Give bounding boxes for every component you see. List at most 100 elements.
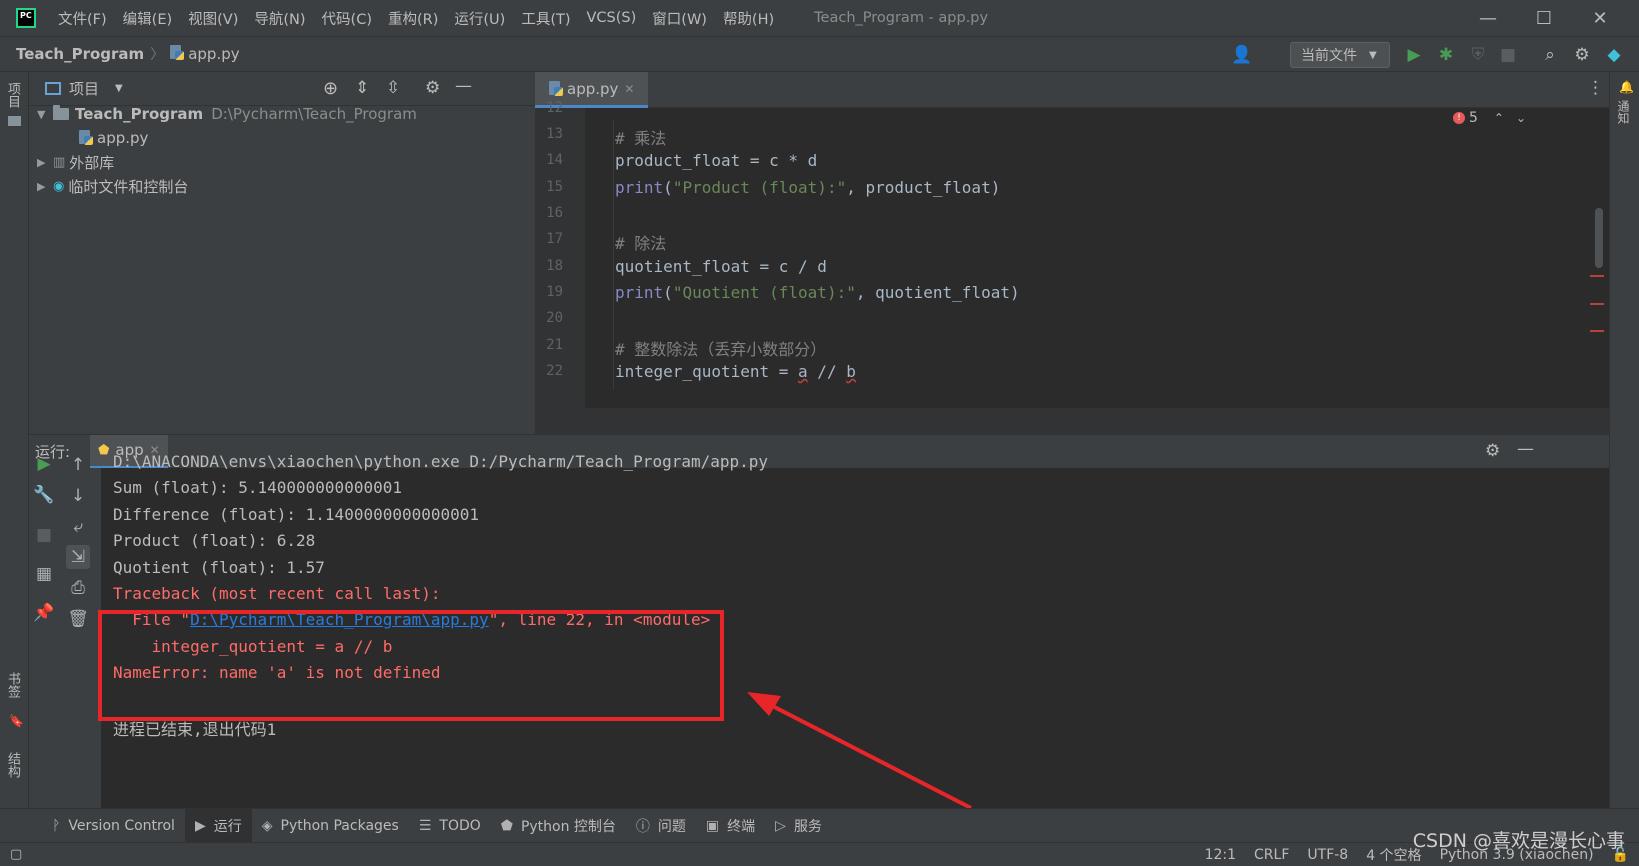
- hide-icon[interactable]: —: [1517, 439, 1534, 459]
- menu-vcs[interactable]: VCS(S): [579, 10, 645, 26]
- menu-edit[interactable]: 编辑(E): [115, 8, 180, 29]
- settings-icon[interactable]: ⚙: [1572, 45, 1592, 65]
- tab-problems[interactable]: ⓘ 问题: [626, 809, 696, 843]
- pin-icon[interactable]: 📌: [32, 601, 56, 625]
- rerun-icon[interactable]: ▶: [32, 452, 56, 476]
- search-icon[interactable]: ⌕: [1540, 45, 1560, 65]
- layout-icon[interactable]: ▦: [32, 562, 56, 586]
- console-output[interactable]: D:\ANACONDA\envs\xiaochen\python.exe D:/…: [98, 452, 1609, 810]
- soft-wrap-icon[interactable]: ⤶: [66, 515, 90, 539]
- debug-icon[interactable]: ✱: [1436, 45, 1456, 65]
- project-pane: 项目 ▼ ⊕ ⇕ ⇳ ⚙ — ▼ Teach_Program D:\Pychar…: [29, 72, 535, 434]
- run-configuration-select[interactable]: 当前文件 ▼: [1290, 42, 1390, 68]
- status-encoding[interactable]: UTF-8: [1307, 847, 1348, 863]
- chevron-down-icon[interactable]: ▼: [37, 108, 53, 121]
- tab-services[interactable]: ▷ 服务: [765, 809, 832, 843]
- toggle-tool-windows-icon[interactable]: ▢: [10, 847, 22, 862]
- bookmarks-tool-tab[interactable]: 书签: [3, 672, 22, 698]
- breadcrumb-project[interactable]: Teach_Program: [16, 45, 144, 63]
- breadcrumb-file-label: app.py: [188, 45, 240, 63]
- menu-navigate[interactable]: 导航(N): [246, 8, 313, 29]
- python-file-icon: [549, 80, 563, 97]
- tab-python-packages[interactable]: ◈ Python Packages: [252, 809, 409, 843]
- hide-icon[interactable]: —: [455, 76, 472, 96]
- error-stripe-marker[interactable]: [1590, 275, 1604, 277]
- code-editor[interactable]: 12 13 14 15 16 17 18 19 20 21 22 # 乘法 pr…: [535, 100, 1609, 434]
- tab-run[interactable]: ▶ 运行: [184, 808, 252, 843]
- stop-icon[interactable]: ■: [1498, 45, 1518, 65]
- status-line-separator[interactable]: CRLF: [1254, 847, 1289, 863]
- branch-icon: ᚹ: [52, 817, 61, 834]
- close-icon[interactable]: ✕: [1572, 0, 1628, 36]
- tree-item-scratches[interactable]: ▶ ◉ 临时文件和控制台: [37, 174, 188, 198]
- line-number: 21: [546, 337, 563, 353]
- chevron-right-icon[interactable]: ▶: [37, 180, 53, 193]
- arrow-up-icon[interactable]: ↑: [66, 453, 90, 477]
- menu-refactor[interactable]: 重构(R): [380, 8, 446, 29]
- tab-version-control[interactable]: ᚹ Version Control: [42, 809, 185, 843]
- bell-icon[interactable]: 🔔: [1619, 80, 1634, 94]
- notifications-tool-tab[interactable]: 通知: [1615, 100, 1632, 124]
- tab-python-console[interactable]: ⬟ Python 控制台: [491, 809, 626, 843]
- tab-todo[interactable]: ☰ TODO: [409, 809, 491, 843]
- tree-item-app-py[interactable]: app.py: [79, 126, 148, 150]
- project-view-icon: [45, 82, 61, 95]
- left-tool-strip: 项目 书签 🔖 结构: [0, 72, 29, 834]
- project-tool-tab[interactable]: 项目: [3, 82, 22, 108]
- menu-tools[interactable]: 工具(T): [513, 8, 578, 29]
- expand-all-icon[interactable]: ⇕: [355, 78, 369, 98]
- tab-terminal[interactable]: ▣ 终端: [696, 809, 765, 843]
- minimize-icon[interactable]: —: [1460, 0, 1516, 36]
- menu-view[interactable]: 视图(V): [180, 8, 246, 29]
- vertical-scrollbar[interactable]: [1595, 208, 1603, 268]
- menu-run[interactable]: 运行(U): [446, 8, 513, 29]
- close-tab-icon[interactable]: ✕: [624, 82, 634, 96]
- project-pane-title[interactable]: 项目: [69, 78, 99, 99]
- trash-icon[interactable]: 🗑: [66, 607, 90, 631]
- problems-icon: ⓘ: [635, 818, 650, 835]
- scroll-to-end-icon[interactable]: ⇲: [66, 545, 90, 569]
- coverage-icon[interactable]: ⛨: [1468, 45, 1488, 65]
- chevron-down-icon[interactable]: ▼: [115, 83, 123, 94]
- error-stripe-marker[interactable]: [1590, 303, 1604, 305]
- chevron-down-icon: ▼: [1369, 49, 1377, 61]
- wrench-icon[interactable]: 🔧: [32, 483, 56, 507]
- menu-window[interactable]: 窗口(W): [644, 8, 715, 29]
- tree-item-root[interactable]: ▼ Teach_Program D:\Pycharm\Teach_Program: [37, 102, 417, 126]
- maximize-icon[interactable]: ☐: [1516, 0, 1572, 36]
- line-number: 14: [546, 152, 563, 168]
- structure-tool-tab[interactable]: 结构: [3, 752, 22, 778]
- gear-icon[interactable]: ⚙: [425, 78, 440, 98]
- console-line: Product (float): 6.28: [113, 531, 316, 550]
- status-caret-position[interactable]: 12:1: [1205, 847, 1236, 863]
- status-bar: ▢ 12:1 CRLF UTF-8 4 个空格 Python 3.9 (xiao…: [0, 842, 1639, 866]
- code-string: "Product (float):": [672, 178, 847, 197]
- breadcrumb-file[interactable]: app.py: [170, 45, 240, 63]
- collapse-all-icon[interactable]: ⇳: [386, 78, 400, 98]
- print-icon[interactable]: ⎙: [66, 576, 90, 600]
- error-stripe-marker[interactable]: [1590, 330, 1604, 332]
- code-token: //: [807, 362, 847, 381]
- locate-icon[interactable]: ⊕: [323, 78, 338, 99]
- menu-help[interactable]: 帮助(H): [715, 8, 782, 29]
- run-toolbar: ▶ 🔧 ■ ▦ 📌 ↑ ↓ ⤶ ⇲ ⎙ 🗑: [29, 454, 101, 808]
- chevron-up-icon[interactable]: ⌃: [1494, 111, 1504, 125]
- menu-code[interactable]: 代码(C): [314, 8, 380, 29]
- inspection-widget[interactable]: ! 5 ⌃ ⌄: [1453, 110, 1526, 126]
- account-icon[interactable]: 👤: [1231, 45, 1252, 65]
- menu-file[interactable]: 文件(F): [50, 8, 115, 29]
- more-options-icon[interactable]: ⋮: [1587, 78, 1604, 98]
- tree-item-external-libs[interactable]: ▶ ▥ 外部库: [37, 150, 114, 174]
- arrow-down-icon[interactable]: ↓: [66, 484, 90, 508]
- gear-icon[interactable]: ⚙: [1485, 441, 1500, 461]
- chevron-down-icon[interactable]: ⌄: [1516, 111, 1526, 125]
- chevron-right-icon[interactable]: ▶: [37, 156, 53, 169]
- run-icon[interactable]: ▶: [1404, 45, 1424, 65]
- stop-icon[interactable]: ■: [32, 523, 56, 547]
- console-line: Sum (float): 5.140000000000001: [113, 478, 402, 497]
- tab-label: TODO: [439, 817, 481, 834]
- arrow-shaft: [756, 696, 972, 810]
- arrow-head: [747, 692, 781, 716]
- code-with-me-icon[interactable]: ◆: [1604, 45, 1624, 65]
- line-number: 17: [546, 231, 563, 247]
